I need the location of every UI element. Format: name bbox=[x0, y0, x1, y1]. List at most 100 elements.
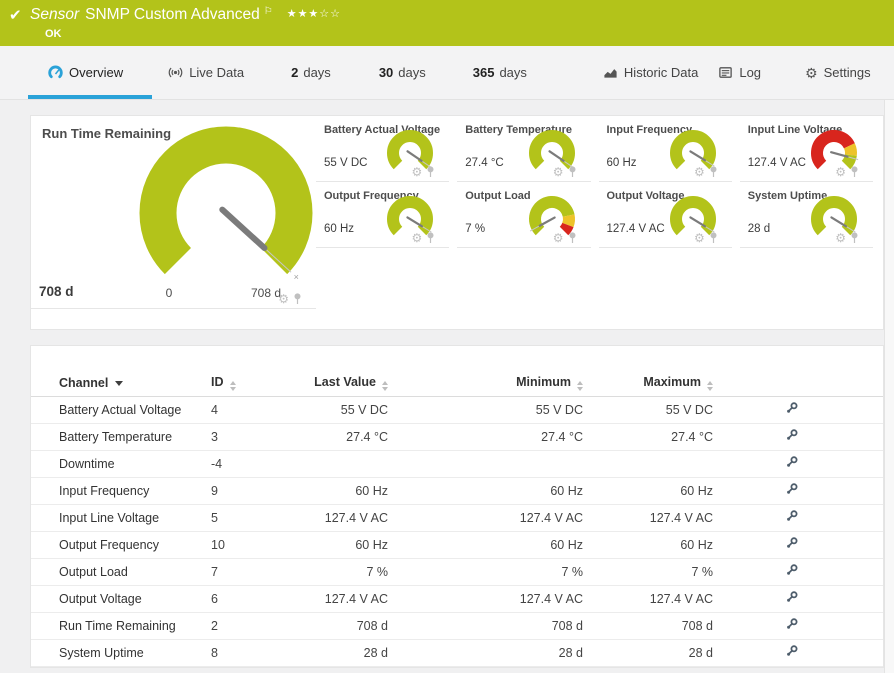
tab-live-data[interactable]: Live Data bbox=[168, 65, 244, 80]
cell-last-value: 28 d bbox=[271, 639, 396, 667]
channel-settings-wrench-icon[interactable] bbox=[785, 482, 799, 496]
gauge-tools: ⚙ bbox=[411, 232, 435, 244]
channel-gauge-input-line-voltage[interactable]: Input Line Voltage 127.4 V AC ⚙ bbox=[739, 116, 873, 182]
pin-icon[interactable] bbox=[568, 232, 577, 244]
channel-settings-wrench-icon[interactable] bbox=[785, 563, 799, 577]
cell-channel[interactable]: Output Frequency bbox=[31, 531, 211, 559]
gear-icon[interactable]: ⚙ bbox=[835, 166, 846, 178]
cell-maximum: 60 Hz bbox=[591, 531, 721, 559]
channel-settings-wrench-icon[interactable] bbox=[785, 428, 799, 442]
column-header-actions bbox=[721, 370, 883, 397]
cell-channel[interactable]: Run Time Remaining bbox=[31, 612, 211, 640]
cell-channel[interactable]: Output Load bbox=[31, 558, 211, 586]
cell-maximum: 55 V DC bbox=[591, 396, 721, 424]
cell-channel[interactable]: System Uptime bbox=[31, 639, 211, 667]
channel-row[interactable]: Input Frequency 9 60 Hz 60 Hz 60 Hz bbox=[31, 477, 883, 505]
channel-row[interactable]: Output Voltage 6 127.4 V AC 127.4 V AC 127.4… bbox=[31, 585, 883, 613]
gauge-value: 708 d bbox=[39, 284, 74, 299]
gauge-value: 60 Hz bbox=[606, 157, 637, 169]
sensor-title-line: Sensor SNMP Custom Advanced ⚐ ★★★☆☆ bbox=[30, 6, 341, 24]
pin-icon[interactable] bbox=[850, 166, 859, 178]
tab-365-days[interactable]: 365 days bbox=[473, 65, 527, 80]
cell-maximum: 127.4 V AC bbox=[591, 585, 721, 613]
cell-channel[interactable]: Downtime bbox=[31, 450, 211, 478]
pin-icon[interactable] bbox=[568, 166, 577, 178]
channel-row[interactable]: Battery Actual Voltage 4 55 V DC 55 V DC 55 … bbox=[31, 396, 883, 424]
column-header-maximum[interactable]: Maximum bbox=[591, 370, 721, 397]
cell-maximum: 28 d bbox=[591, 639, 721, 667]
cell-maximum: 27.4 °C bbox=[591, 423, 721, 451]
cell-id: 2 bbox=[211, 612, 271, 640]
channel-row[interactable]: Battery Temperature 3 27.4 °C 27.4 °C 27.4 °… bbox=[31, 423, 883, 451]
channel-settings-wrench-icon[interactable] bbox=[785, 401, 799, 415]
gauge-value: 7 % bbox=[465, 223, 486, 235]
channel-settings-wrench-icon[interactable] bbox=[785, 617, 799, 631]
pin-icon[interactable] bbox=[426, 232, 435, 244]
tab-historic-data[interactable]: Historic Data bbox=[603, 65, 698, 80]
channel-settings-wrench-icon[interactable] bbox=[785, 509, 799, 523]
cell-channel[interactable]: Battery Temperature bbox=[31, 423, 211, 451]
gear-icon[interactable]: ⚙ bbox=[835, 232, 846, 244]
cell-minimum: 127.4 V AC bbox=[396, 504, 591, 532]
tab-2-days[interactable]: 2 days bbox=[291, 65, 331, 80]
column-header-last-value[interactable]: Last Value bbox=[271, 370, 396, 397]
channel-gauge-output-frequency[interactable]: Output Frequency 60 Hz ⚙ bbox=[316, 182, 450, 248]
channel-row[interactable]: Run Time Remaining 2 708 d 708 d 708 d bbox=[31, 612, 883, 640]
channel-row[interactable]: Output Load 7 7 % 7 % 7 % bbox=[31, 558, 883, 586]
channel-gauge-output-load[interactable]: Output Load 7 % ⚙ bbox=[457, 182, 591, 248]
gear-icon[interactable]: ⚙ bbox=[694, 166, 705, 178]
pin-icon[interactable] bbox=[850, 232, 859, 244]
object-kind-label: Sensor bbox=[30, 6, 80, 23]
cell-minimum: 60 Hz bbox=[396, 531, 591, 559]
gauge-tools: ⚙ bbox=[835, 232, 859, 244]
cell-channel[interactable]: Output Voltage bbox=[31, 585, 211, 613]
gear-icon[interactable]: ⚙ bbox=[411, 232, 422, 244]
cell-channel[interactable]: Input Frequency bbox=[31, 477, 211, 505]
channel-row[interactable]: Output Frequency 10 60 Hz 60 Hz 60 Hz bbox=[31, 531, 883, 559]
column-header-channel[interactable]: Channel bbox=[31, 370, 211, 397]
pin-icon[interactable] bbox=[426, 166, 435, 178]
gear-icon[interactable]: ⚙ bbox=[411, 166, 422, 178]
column-header-minimum[interactable]: Minimum bbox=[396, 370, 591, 397]
pin-icon[interactable] bbox=[293, 293, 302, 305]
channel-settings-wrench-icon[interactable] bbox=[785, 536, 799, 550]
cell-actions bbox=[721, 531, 883, 559]
sort-toggle-icon bbox=[707, 380, 713, 391]
channel-gauge-output-voltage[interactable]: Output Voltage 127.4 V AC ⚙ bbox=[598, 182, 732, 248]
gear-icon[interactable]: ⚙ bbox=[553, 232, 564, 244]
channel-row[interactable]: Input Line Voltage 5 127.4 V AC 127.4 V AC 1… bbox=[31, 504, 883, 532]
column-header-id[interactable]: ID bbox=[211, 370, 271, 397]
channel-row[interactable]: System Uptime 8 28 d 28 d 28 d bbox=[31, 639, 883, 667]
gauge-tools: ⚙ bbox=[694, 232, 718, 244]
priority-stars[interactable]: ★★★☆☆ bbox=[287, 8, 341, 20]
channel-settings-wrench-icon[interactable] bbox=[785, 644, 799, 658]
flag-icon[interactable]: ⚐ bbox=[264, 6, 273, 17]
cell-actions bbox=[721, 558, 883, 586]
channel-row[interactable]: Downtime -4 bbox=[31, 450, 883, 478]
channel-gauge-system-uptime[interactable]: System Uptime 28 d ⚙ bbox=[739, 182, 873, 248]
tab-overview[interactable]: Overview bbox=[48, 65, 123, 80]
gear-icon[interactable]: ⚙ bbox=[278, 293, 289, 305]
cell-channel[interactable]: Battery Actual Voltage bbox=[31, 396, 211, 424]
cell-last-value: 60 Hz bbox=[271, 531, 396, 559]
channel-settings-wrench-icon[interactable] bbox=[785, 590, 799, 604]
gauge-tools: ⚙ bbox=[694, 166, 718, 178]
channel-settings-wrench-icon[interactable] bbox=[785, 455, 799, 469]
table-header-row: Channel ID Last Value Minimum Maximum bbox=[31, 370, 883, 397]
gauge-min-label: 0 bbox=[165, 286, 173, 300]
channel-gauge-battery-temperature[interactable]: Battery Temperature 27.4 °C ⚙ bbox=[457, 116, 591, 182]
channel-gauge-battery-actual-voltage[interactable]: Battery Actual Voltage 55 V DC ⚙ bbox=[316, 116, 450, 182]
gear-icon[interactable]: ⚙ bbox=[694, 232, 705, 244]
tab-settings[interactable]: ⚙ Settings bbox=[805, 65, 871, 80]
pin-icon[interactable] bbox=[709, 232, 718, 244]
gear-icon[interactable]: ⚙ bbox=[553, 166, 564, 178]
cell-channel[interactable]: Input Line Voltage bbox=[31, 504, 211, 532]
tab-log[interactable]: Log bbox=[718, 65, 761, 80]
gauge-value: 127.4 V AC bbox=[606, 223, 665, 235]
pin-icon[interactable] bbox=[709, 166, 718, 178]
channel-gauge-run-time-remaining[interactable]: Run Time Remaining × 0 708 d 708 d ⚙ bbox=[31, 116, 316, 309]
channel-gauge-input-frequency[interactable]: Input Frequency 60 Hz ⚙ bbox=[598, 116, 732, 182]
tab-30-days[interactable]: 30 days bbox=[379, 65, 426, 80]
gauge-value: 60 Hz bbox=[324, 223, 355, 235]
sensor-header: ✔ Sensor SNMP Custom Advanced ⚐ ★★★☆☆ OK bbox=[0, 0, 894, 46]
